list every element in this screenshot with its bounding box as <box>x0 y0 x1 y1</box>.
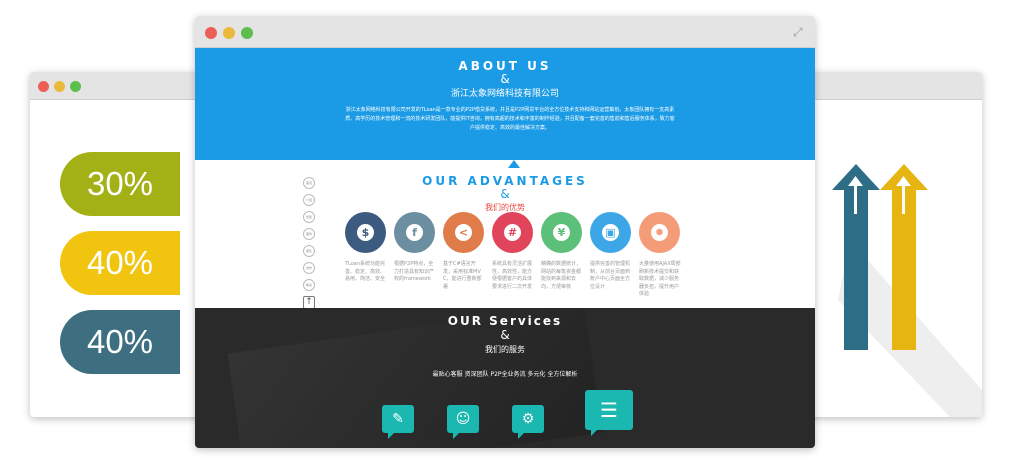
expand-icon[interactable]: ⤢ <box>793 25 807 39</box>
company-name: 浙江太象网络科技有限公司 <box>450 89 559 99</box>
feature-circle[interactable]: ¥ <box>541 212 582 253</box>
minimize-dot-icon[interactable] <box>54 81 65 92</box>
document-icon[interactable]: ☰ <box>585 390 633 436</box>
showcase-stage: 30% 40% 40% ⤢ ABOUT US & 浙江太象网络科技有限公司 浙江… <box>0 0 1017 464</box>
main-browser-window: ⤢ ABOUT US & 浙江太象网络科技有限公司 浙江太象网络科技有限公司开发… <box>195 16 815 448</box>
side-nav-item[interactable]: 优势 <box>303 211 315 223</box>
feature-description: 提供完善的管理机制，从前台页面到账户中心页面全方位设计 <box>590 261 631 290</box>
feature-description: 精确的数据统计，网站的每笔资金都能找到来源和去向，方便审核 <box>541 261 582 290</box>
feature-column: # 系统具有灵活扩展性，高效性，能方便根据客户的具体要求进行二次开发 <box>492 212 536 291</box>
minimize-dot-icon[interactable] <box>223 27 235 39</box>
feature-description: 大量使用AJAX局部刷新技术提交和获取数据，减少服务器负担，提升用户体验 <box>639 261 681 297</box>
feature-circle[interactable]: $ <box>345 212 386 253</box>
side-nav-item[interactable]: 介绍 <box>303 194 315 206</box>
maximize-dot-icon[interactable] <box>70 81 81 92</box>
feature-description: 基于C#语言开发，采用标准MVC，能进行重新部署 <box>443 261 482 290</box>
advantages-ampersand: & <box>500 187 510 201</box>
advantages-title: OUR ADVANTAGES <box>422 174 588 188</box>
feature-column: < 基于C#语言开发，采用标准MVC，能进行重新部署 <box>443 212 487 291</box>
services-tags: 最贴心客服 资深团队 P2P全业务流 多元化 全方位解析 <box>432 371 578 378</box>
percentage-pill: 30% <box>60 152 180 216</box>
image-icon: ▣ <box>602 224 619 241</box>
side-nav-item[interactable]: 联系 <box>303 279 315 291</box>
services-section: OUR Services & 我们的服务 最贴心客服 资深团队 P2P全业务流 … <box>195 308 815 448</box>
about-title: ABOUT US <box>458 59 552 73</box>
feature-description: 根据P2P特点，全力打造具有知识产权的framework <box>394 261 435 282</box>
maximize-dot-icon[interactable] <box>241 27 253 39</box>
sun-icon: ✹ <box>651 224 668 241</box>
feature-circle[interactable]: ✹ <box>639 212 680 253</box>
dollar-icon: $ <box>357 224 374 241</box>
about-description: 浙江太象网络科技有限公司开发的TLoan是一款专业的P2P借贷系统，并且是P2P… <box>345 107 675 131</box>
about-section: ABOUT US & 浙江太象网络科技有限公司 浙江太象网络科技有限公司开发的T… <box>195 48 815 160</box>
feature-circle[interactable]: < <box>443 212 484 253</box>
compass-icon[interactable]: ✎ <box>382 405 414 439</box>
feature-circle[interactable]: # <box>492 212 533 253</box>
side-nav-item[interactable]: 合作 <box>303 262 315 274</box>
services-subtitle: 我们的服务 <box>485 345 525 354</box>
feature-circle[interactable]: ▣ <box>590 212 631 253</box>
close-dot-icon[interactable] <box>205 27 217 39</box>
advantages-section: OUR ADVANTAGES & 我们的优势 首页 介绍 优势 服务 团队 合作… <box>195 160 815 309</box>
gear-icon[interactable]: ⚙ <box>512 405 544 439</box>
team-icon[interactable]: ☺ <box>447 405 479 439</box>
feature-description: 系统具有灵活扩展性，高效性，能方便根据客户的具体要求进行二次开发 <box>492 261 533 290</box>
feature-description: TLoan系统功能完善、稳定、高效、易用、简洁、安全 <box>345 261 386 282</box>
yen-icon: ¥ <box>553 224 570 241</box>
side-nav-item[interactable]: 团队 <box>303 245 315 257</box>
close-dot-icon[interactable] <box>38 81 49 92</box>
facebook-icon: f <box>406 224 423 241</box>
side-nav-item[interactable]: 服务 <box>303 228 315 240</box>
services-title: OUR Services <box>447 314 563 328</box>
side-nav-item[interactable]: 首页 <box>303 177 315 189</box>
side-navigation: 首页 介绍 优势 服务 团队 合作 联系 ↑ <box>303 177 317 309</box>
share-icon: < <box>455 224 472 241</box>
about-ampersand: & <box>500 72 510 86</box>
percentage-pill: 40% <box>60 231 180 295</box>
feature-circle[interactable]: f <box>394 212 435 253</box>
feature-column: f 根据P2P特点，全力打造具有知识产权的framework <box>394 212 438 284</box>
main-window-titlebar: ⤢ <box>195 16 815 48</box>
feature-column: ✹ 大量使用AJAX局部刷新技术提交和获取数据，减少服务器负担，提升用户体验 <box>639 212 683 299</box>
services-ampersand: & <box>500 328 510 342</box>
percentage-pill: 40% <box>60 310 180 374</box>
tag-icon: # <box>504 224 521 241</box>
section-pointer-icon <box>508 160 520 168</box>
feature-column: ▣ 提供完善的管理机制，从前台页面到账户中心页面全方位设计 <box>590 212 634 291</box>
feature-column: ¥ 精确的数据统计，网站的每笔资金都能找到来源和去向，方便审核 <box>541 212 585 291</box>
feature-column: $ TLoan系统功能完善、稳定、高效、易用、简洁、安全 <box>345 212 389 284</box>
